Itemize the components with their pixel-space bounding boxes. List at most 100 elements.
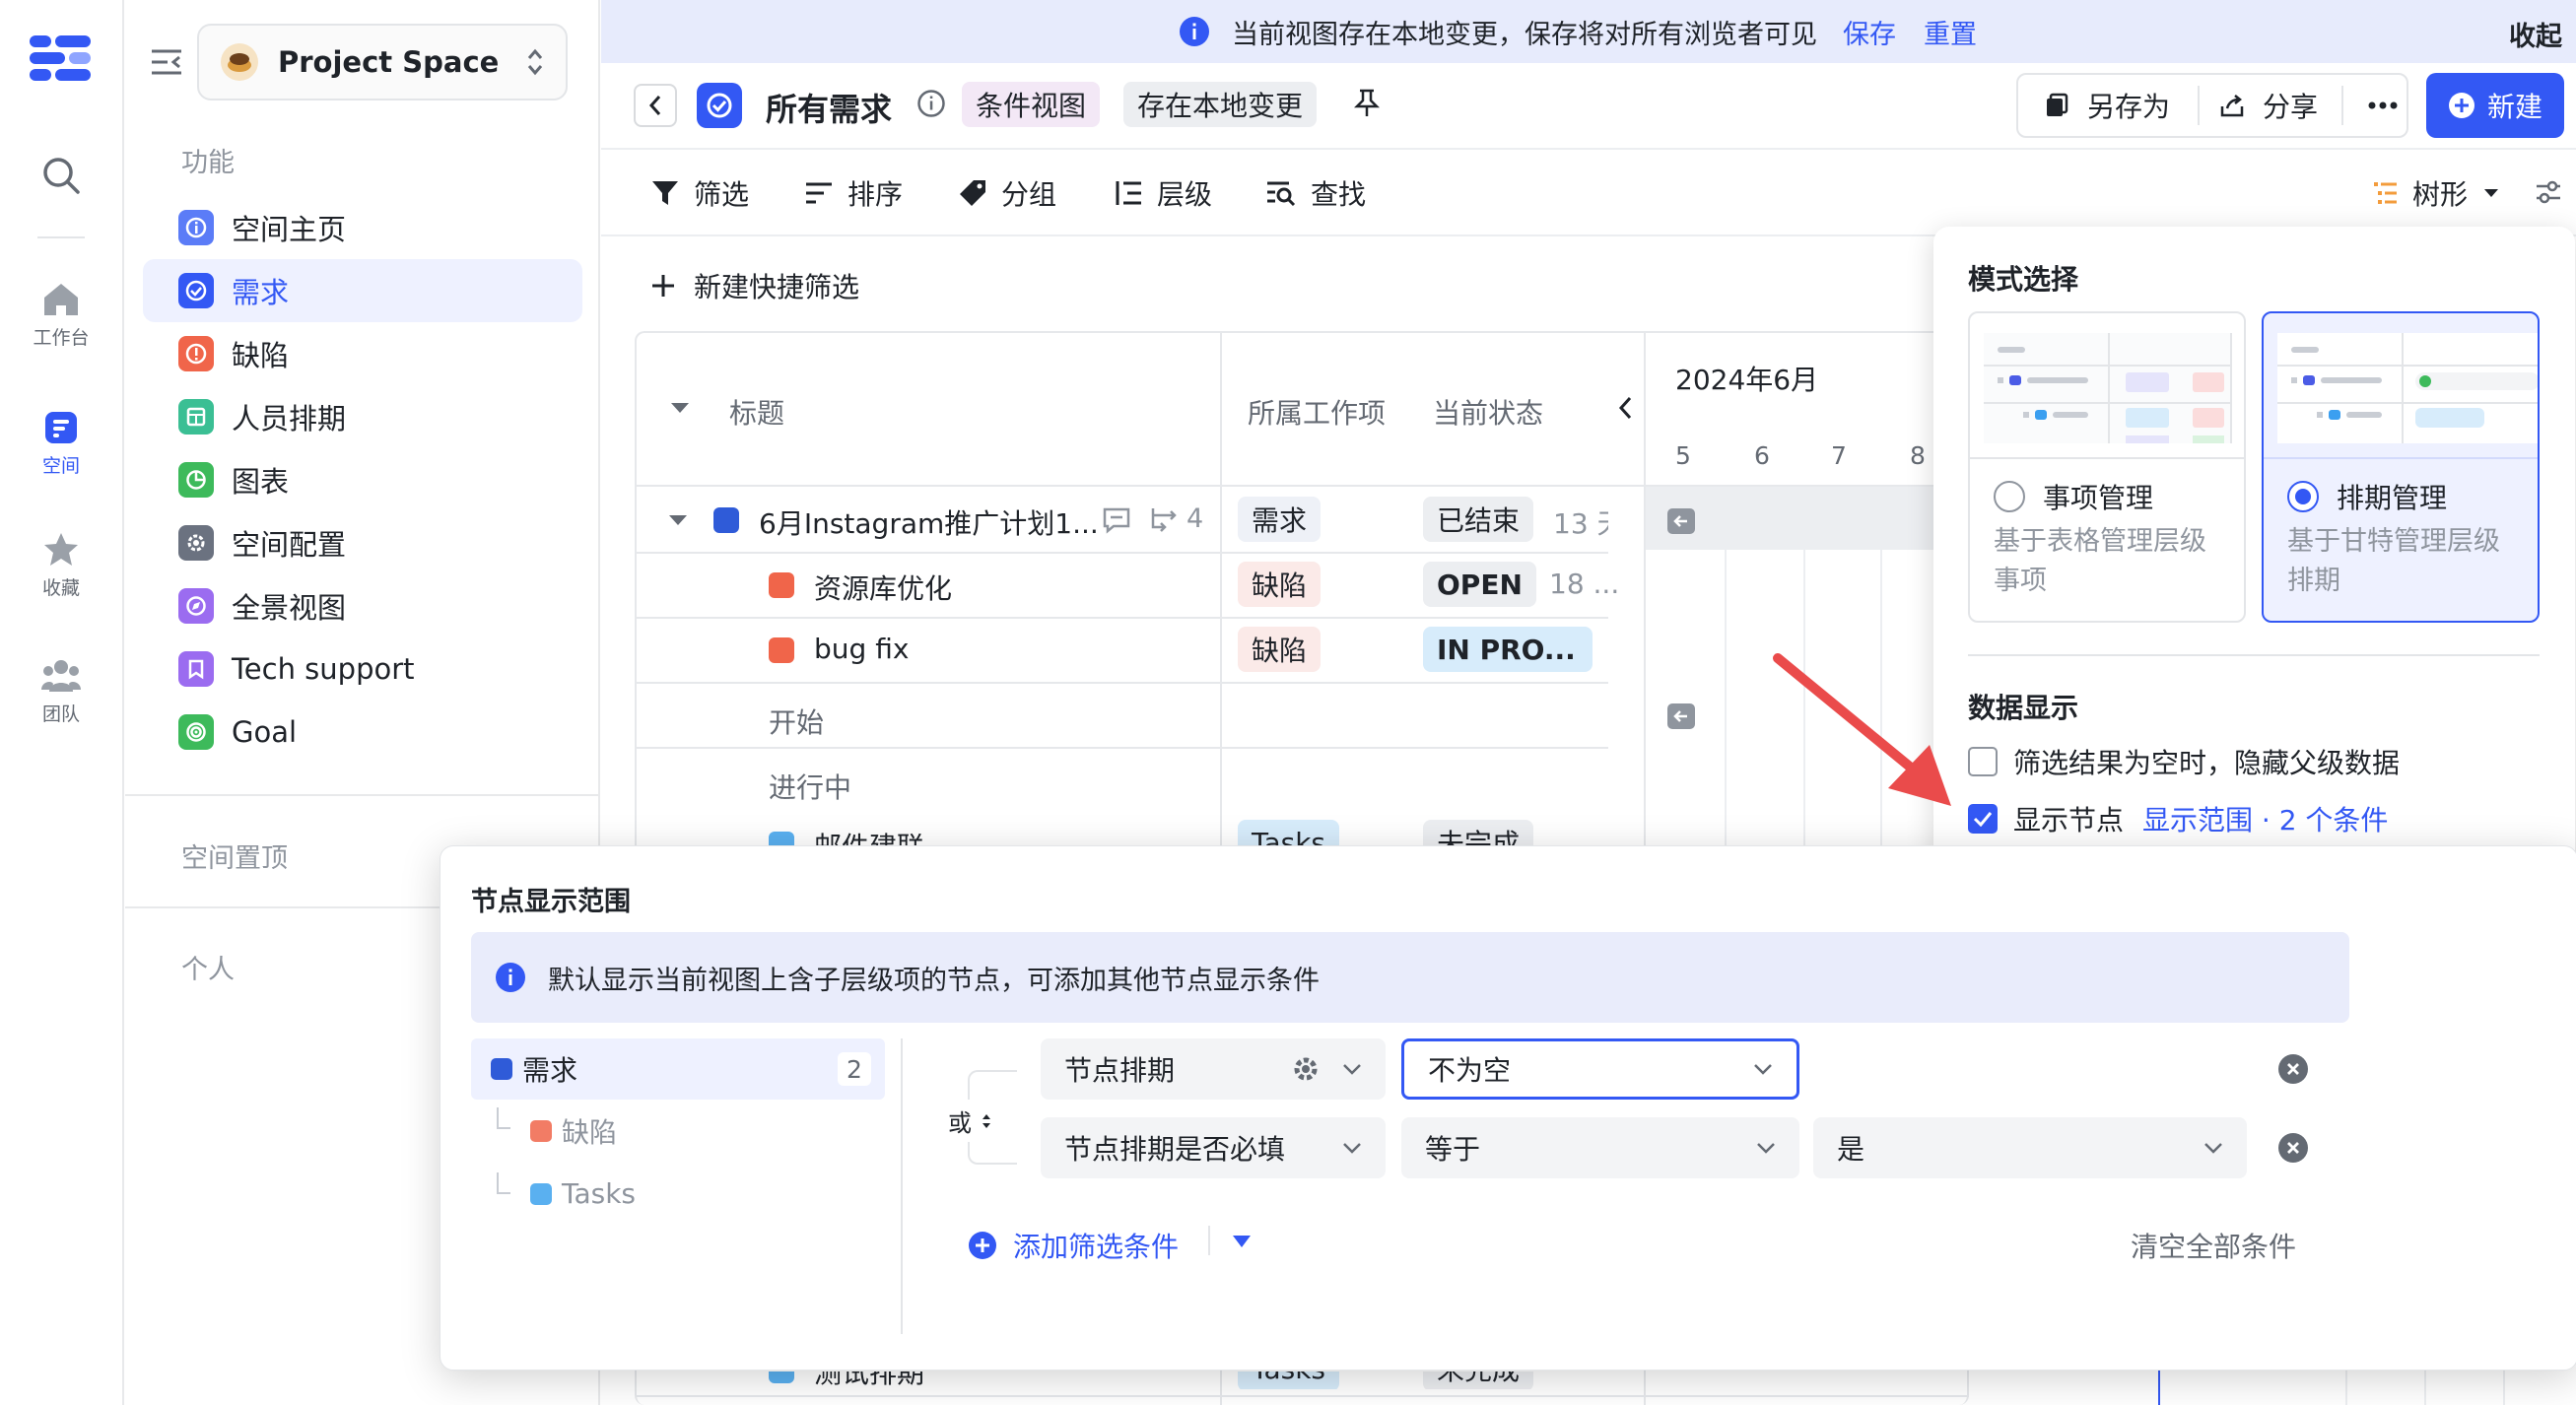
group-header-start[interactable]: 开始 <box>769 702 824 741</box>
column-header-title[interactable]: 标题 <box>729 392 784 432</box>
mode-panel-title: 模式选择 <box>1968 263 2079 296</box>
column-header-workitem[interactable]: 所属工作项 <box>1248 392 1386 432</box>
row-title[interactable]: bug fix <box>814 633 909 665</box>
back-button[interactable] <box>634 84 677 127</box>
new-button[interactable]: 新建 <box>2426 73 2564 138</box>
gantt-day: 7 <box>1831 441 1847 470</box>
gantt-month: 2024年6月 <box>1675 364 1819 396</box>
sidebar-item-goal[interactable]: Goal <box>143 701 582 764</box>
chevron-down-icon <box>1343 1143 1361 1154</box>
tag-icon <box>960 180 985 206</box>
condition-operator-select[interactable]: 不为空 <box>1401 1038 1799 1100</box>
checkbox-checked-icon <box>1968 804 1998 834</box>
share-button[interactable]: 分享 <box>2219 86 2318 125</box>
gear-icon[interactable] <box>1291 1054 1321 1084</box>
more-icon[interactable] <box>2363 101 2403 109</box>
sidebar-item-panorama[interactable]: 全景视图 <box>143 574 582 637</box>
mode-option-item-management[interactable]: 事项管理 基于表格管理层级事项 <box>1968 311 2246 623</box>
requirement-type-icon <box>713 507 739 533</box>
save-as-button[interactable]: 另存为 <box>2044 86 2170 125</box>
status-badge: OPEN <box>1423 562 1536 607</box>
group-header-in-progress[interactable]: 进行中 <box>769 767 851 806</box>
mode-option-desc: 基于甘特管理层级排期 <box>2287 526 2500 596</box>
rail-item-team[interactable]: 团队 <box>0 658 122 726</box>
condition-field-select[interactable]: 节点排期 <box>1041 1038 1386 1100</box>
updown-caret-icon <box>983 1113 990 1128</box>
chevron-down-icon <box>1754 1064 1772 1075</box>
condition-value-select[interactable]: 是 <box>1813 1117 2247 1178</box>
radio-item-management[interactable]: 事项管理 <box>1994 477 2153 516</box>
filter-button[interactable]: 筛选 <box>650 172 749 214</box>
sidebar-item-space-config[interactable]: 空间配置 <box>143 511 582 574</box>
add-filter-button[interactable]: 添加筛选条件 <box>968 1226 1179 1265</box>
sidebar-item-staff-schedule[interactable]: 人员排期 <box>143 385 582 448</box>
panel-divider <box>1968 654 2540 656</box>
gantt-jump-left-icon[interactable] <box>1667 508 1695 534</box>
show-range-link[interactable]: 显示范围 · 2 个条件 <box>2142 799 2388 838</box>
find-button[interactable]: 查找 <box>1265 172 1366 214</box>
comment-icon[interactable] <box>1102 506 1131 534</box>
remove-condition-icon[interactable] <box>2278 1133 2308 1163</box>
row-expand-caret-icon[interactable] <box>668 514 688 526</box>
home-icon <box>44 284 78 315</box>
sidebar-item-requirements[interactable]: 需求 <box>143 259 582 322</box>
group-button[interactable]: 分组 <box>958 172 1056 214</box>
subtask-icon <box>1151 507 1177 532</box>
target-icon <box>178 714 214 750</box>
row-title[interactable]: 资源库优化 <box>814 568 952 607</box>
logic-operator-dropdown[interactable]: 或 <box>942 1100 997 1142</box>
settings-sliders-icon[interactable] <box>2535 178 2562 206</box>
search-icon[interactable] <box>41 156 81 195</box>
pin-icon[interactable] <box>1354 89 1380 118</box>
plus-icon <box>652 275 674 297</box>
header-action-group: 另存为 分享 <box>2016 73 2408 138</box>
banner-collapse-button[interactable]: 收起 <box>2509 15 2562 53</box>
mode-preview-table <box>1984 333 2232 443</box>
collapse-columns-icon[interactable] <box>1618 396 1632 420</box>
rail-item-workbench[interactable]: 工作台 <box>0 282 122 350</box>
status-badge: IN PRO... <box>1423 627 1593 672</box>
level-button[interactable]: 层级 <box>1114 172 1212 214</box>
hide-parent-checkbox[interactable]: 筛选结果为空时，隐藏父级数据 <box>1968 742 2400 781</box>
node-tree-item-defect[interactable]: 缺陷 <box>530 1111 617 1151</box>
new-quick-filter-button[interactable]: 新建快捷筛选 <box>650 266 859 305</box>
filter-icon <box>652 181 678 205</box>
condition-field-select[interactable]: 节点排期是否必填 <box>1041 1117 1386 1178</box>
requirement-type-icon <box>491 1058 512 1080</box>
gear-icon <box>178 525 214 561</box>
gantt-jump-left-icon[interactable] <box>1667 703 1695 729</box>
workspace-switcher[interactable]: Project Space <box>197 24 568 100</box>
column-header-status[interactable]: 当前状态 <box>1433 392 1543 432</box>
banner-reset-link[interactable]: 重置 <box>1924 13 1977 51</box>
sidebar-item-charts[interactable]: 图表 <box>143 448 582 511</box>
row-title[interactable]: 6月Instagram推广计划1... <box>759 502 1099 542</box>
info-circle-icon <box>178 210 214 245</box>
rail-item-space[interactable]: 空间 <box>0 410 122 478</box>
copy-icon <box>2047 93 2068 116</box>
show-nodes-checkbox[interactable]: 显示节点 <box>1968 799 2124 838</box>
rail-item-favorites[interactable]: 收藏 <box>0 532 122 600</box>
clear-all-conditions-button[interactable]: 清空全部条件 <box>2131 1226 2296 1265</box>
add-filter-dropdown-icon[interactable] <box>1232 1235 1252 1248</box>
app-logo[interactable] <box>30 33 93 83</box>
info-outline-icon[interactable] <box>916 89 946 118</box>
collapse-sidebar-icon[interactable] <box>150 47 183 77</box>
condition-operator-select[interactable]: 等于 <box>1401 1117 1799 1178</box>
app-rail: 工作台 空间 收藏 团队 <box>0 0 124 1405</box>
node-tree-item-tasks[interactable]: Tasks <box>530 1177 636 1210</box>
sidebar-item-space-home[interactable]: 空间主页 <box>143 196 582 259</box>
collapse-all-caret-icon[interactable] <box>670 402 690 414</box>
remove-condition-icon[interactable] <box>2278 1054 2308 1084</box>
sidebar-item-defects[interactable]: 缺陷 <box>143 322 582 385</box>
radio-schedule-management[interactable]: 排期管理 <box>2287 477 2447 516</box>
sidebar-item-tech-support[interactable]: Tech support <box>143 637 582 701</box>
defect-type-icon <box>769 572 794 598</box>
tree-list-icon <box>2374 182 2397 204</box>
banner-save-link[interactable]: 保存 <box>1843 13 1896 51</box>
view-mode-dropdown[interactable]: 树形 <box>2373 172 2499 214</box>
duration-text: 18 ... <box>1549 568 1620 600</box>
divider <box>1208 1226 1210 1255</box>
mode-option-schedule-management[interactable]: 排期管理 基于甘特管理层级排期 <box>2262 311 2540 623</box>
node-tree-item-requirement[interactable]: 需求 2 <box>471 1038 885 1100</box>
sort-button[interactable]: 排序 <box>804 172 903 214</box>
